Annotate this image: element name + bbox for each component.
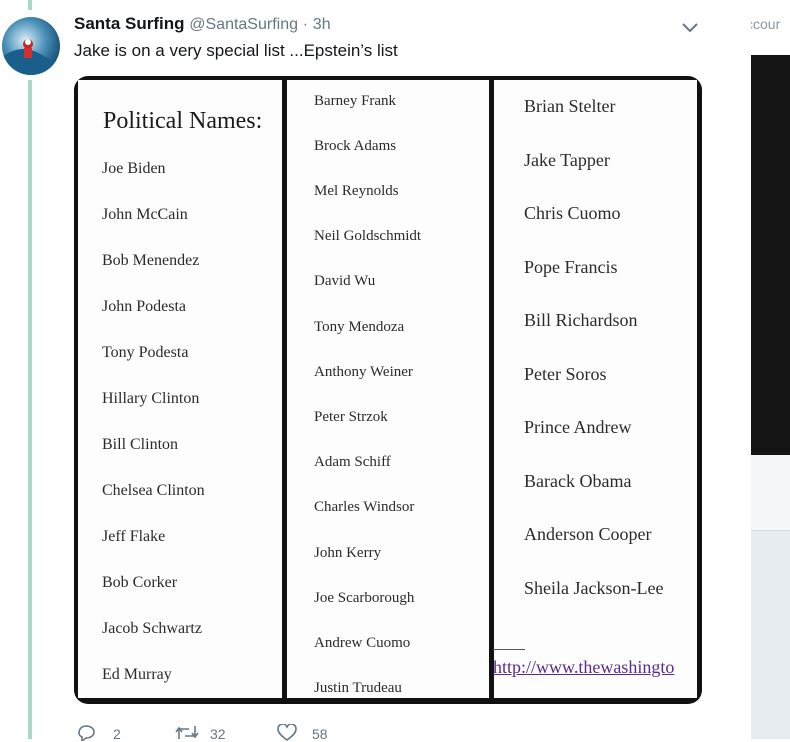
- list-item: Justin Trudeau: [314, 680, 402, 696]
- list-item: Tony Mendoza: [314, 319, 405, 335]
- list-item: Adam Schiff: [314, 454, 391, 470]
- image-column-1: Political Names: Joe Biden John McCain B…: [78, 80, 282, 698]
- source-link: http://www.thewashingto: [493, 657, 675, 677]
- side-panel-header: ccour: [751, 0, 790, 55]
- side-panel-text[interactable]: ccour: [751, 16, 780, 32]
- side-panel-media: [751, 55, 790, 455]
- list-item: Tony Podesta: [102, 344, 189, 361]
- divider: [493, 649, 525, 650]
- side-panel-card: [751, 455, 790, 531]
- thread-line: [28, 80, 32, 739]
- image-title: Political Names:: [103, 108, 263, 134]
- list-item: Anderson Cooper: [524, 524, 652, 544]
- list-item: Peter Soros: [524, 364, 607, 384]
- list-item: Neil Goldschmidt: [314, 228, 422, 244]
- list-item: Ed Murray: [102, 666, 172, 683]
- list-item: Andrew Cuomo: [314, 635, 411, 651]
- list-item: Peter Strzok: [314, 409, 388, 425]
- reply-count: 2: [113, 726, 121, 742]
- like-count: 58: [312, 726, 328, 742]
- image-column-3: Brian Stelter Jake Tapper Chris Cuomo Po…: [493, 80, 697, 698]
- list-item: Prince Andrew: [524, 417, 632, 437]
- list-item: John Podesta: [102, 298, 186, 315]
- list-item: Joe Scarborough: [314, 590, 415, 606]
- list-item: John McCain: [102, 206, 188, 223]
- list-item: Bill Clinton: [102, 436, 179, 453]
- list-item: Barney Frank: [314, 93, 397, 109]
- thread-line: [28, 0, 32, 10]
- list-item: Bob Corker: [102, 574, 178, 591]
- retweet-button[interactable]: 32: [174, 722, 244, 742]
- tweet-actions: 2 32 58: [74, 722, 474, 742]
- list-item: Pope Francis: [524, 257, 618, 277]
- reply-button[interactable]: 2: [76, 722, 136, 742]
- tweet-text: Jake is on a very special list ...Epstei…: [74, 41, 398, 60]
- reply-icon: [78, 725, 95, 741]
- retweet-icon: [175, 726, 199, 739]
- list-item: Anthony Weiner: [314, 364, 413, 380]
- retweet-count: 32: [210, 726, 226, 742]
- list-item: David Wu: [314, 273, 376, 289]
- list-item: Jacob Schwartz: [102, 620, 202, 637]
- tweet-image[interactable]: Political Names: Joe Biden John McCain B…: [74, 76, 702, 704]
- list-item: Brock Adams: [314, 138, 397, 154]
- list-item: Hillary Clinton: [102, 390, 200, 407]
- like-button[interactable]: 58: [276, 722, 346, 742]
- list-item: Bill Richardson: [524, 310, 638, 330]
- list-item: Chris Cuomo: [524, 203, 621, 223]
- heart-icon: [277, 724, 297, 741]
- timestamp[interactable]: 3h: [313, 16, 331, 33]
- list-item: Sheila Jackson-Lee: [524, 578, 664, 598]
- display-name[interactable]: Santa Surfing: [74, 14, 185, 33]
- list-item: Charles Windsor: [314, 499, 415, 515]
- list-item: Brian Stelter: [524, 96, 616, 116]
- list-item: Chelsea Clinton: [102, 482, 205, 499]
- separator: ·: [302, 16, 309, 33]
- list-item: Mel Reynolds: [314, 183, 399, 199]
- chevron-down-icon[interactable]: [680, 20, 700, 36]
- user-handle[interactable]: @SantaSurfing: [189, 16, 298, 33]
- list-item: Bob Menendez: [102, 252, 200, 269]
- list-item: John Kerry: [314, 545, 382, 561]
- avatar[interactable]: [2, 17, 60, 75]
- tweet-header: Santa Surfing @SantaSurfing · 3h: [74, 14, 331, 34]
- list-item: Joe Biden: [102, 160, 166, 177]
- list-item: Barack Obama: [524, 471, 632, 491]
- list-item: Jeff Flake: [102, 528, 166, 545]
- side-panel: ccour: [751, 0, 790, 739]
- image-column-2: Barney Frank Brock Adams Mel Reynolds Ne…: [287, 80, 489, 698]
- list-item: Jake Tapper: [524, 150, 610, 170]
